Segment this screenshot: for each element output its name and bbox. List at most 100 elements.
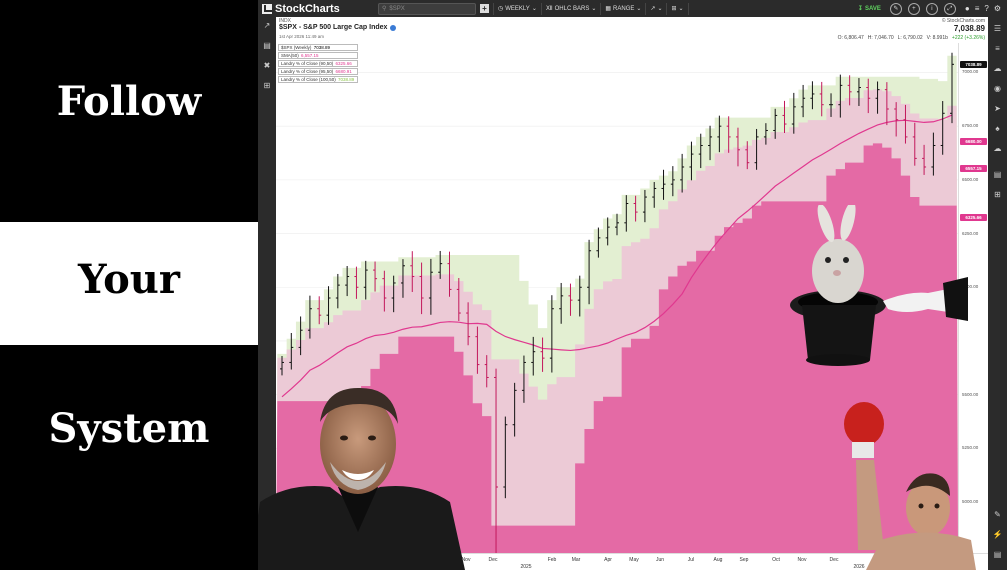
chevron-down-icon: ⌄ [591,6,597,12]
chevron-down-icon: ⌄ [657,6,663,12]
fullscreen-button[interactable]: ⤢ [943,2,956,15]
legend-item[interactable]: Landry % of Close (95,50) 6680.91 [278,68,359,75]
legend-item[interactable]: $SPX (Weekly) 7038.89 [278,44,359,51]
trend-icon[interactable]: ↗ [262,21,272,31]
legend-label: Landry % of Close (95,50) [281,69,335,74]
legend-item[interactable]: Landry % of Close (90,50) 6325.66 [278,60,359,67]
date-tick-label: Jun [655,557,665,563]
settings-icon[interactable]: ⚙ [994,4,1001,13]
crosshair-icon: + [912,5,916,12]
symbol-search-input[interactable]: ⚲ $SPX [378,2,476,15]
chart-header: INDX $SPX - S&P 500 Large Cap Index 1st … [276,17,988,43]
chart-type-label: OHLC BARS [554,5,590,12]
price-tick-label: 6750.00 [962,123,979,129]
chart-legend: $SPX (Weekly) 7038.89 SMA(50) 6,557.15 Lan… [278,44,359,84]
layers-icon[interactable]: ☰ [992,23,1003,34]
user-icon[interactable]: ● [965,4,970,13]
weather-icon[interactable]: ☁ [992,143,1003,154]
add-button[interactable]: + [476,2,494,15]
date-tick-label: May [629,557,639,563]
annotate-button[interactable]: ✎ [889,2,902,15]
price-tick-label: 5500.00 [962,391,979,397]
sliders-icon[interactable]: ≡ [992,43,1003,54]
pencil-icon: ✎ [893,5,899,12]
ohlc-readout: O: 6,806.47 H: 7,046.70 L: 6,790.02 V: 8… [838,35,985,41]
low-value: L: 6,790.02 [897,35,923,41]
price-tag: 6680.00 [960,138,987,146]
download-icon: ↧ [857,6,863,12]
calendar-icon: ▦ [605,6,612,12]
search-value: $SPX [389,5,405,12]
pen-icon[interactable]: ✎ [992,509,1003,520]
date-tick-label: Nov [797,557,807,563]
legend-label: Landry % of Close (100,50) [281,77,338,82]
legend-value: 6325.66 [335,61,352,66]
legend-value: 6680.91 [335,69,352,74]
boxer-image [844,402,976,570]
window-icon[interactable]: ▤ [992,549,1003,560]
date-tick-label: Aug [713,557,723,563]
menu-icon[interactable]: ≡ [975,4,980,13]
date-tick-label: Dec [488,557,498,563]
price-tag: 7038.89 [960,61,987,69]
right-toolbar: ☰ ≡ ☁ ◉ ➤ ♠ ☁ ▤ ⊞ ✎ ⚡ ▤ [988,17,1007,570]
brand-name: StockCharts [275,2,340,15]
save-button[interactable]: ↧ SAVE [852,5,887,13]
crosshair-button[interactable]: + [907,2,920,15]
verified-icon [390,24,397,31]
open-value: O: 6,806.47 [837,35,864,41]
cloud-icon[interactable]: ☁ [992,63,1003,74]
legend-label: SMA(50) [281,53,301,58]
title-word-follow: Follow [56,78,202,125]
document-icon[interactable]: ▤ [992,169,1003,180]
line-chart-icon: ↗ [650,6,656,12]
apps-icon[interactable]: ⊞ [992,189,1003,200]
help-icon[interactable]: ? [984,4,988,13]
range-dropdown[interactable]: ▦ RANGE ⌄ [601,2,647,15]
chart-type-dropdown[interactable]: Ⅻ OHLC BARS ⌄ [542,2,602,15]
volume-value: V: 8.991b [926,35,948,41]
legend-value: 7038.89 [338,77,355,82]
rabbit-in-hat-image [790,205,968,366]
date-tick-label: Jul [687,557,695,563]
indicator-dropdown[interactable]: ↗ ⌄ [646,2,668,15]
info-icon: i [931,5,933,12]
title-panel: Follow Your System [0,0,258,570]
clock-icon: ◷ [498,6,504,12]
plus-icon: + [480,4,489,13]
date-tick-label: Feb [547,557,557,563]
grid-icon: ⊞ [671,6,677,12]
save-label: SAVE [864,5,881,12]
price-tick-label: 6500.00 [962,176,979,182]
globe-icon[interactable]: ◉ [992,83,1003,94]
expand-icon: ⤢ [947,5,953,12]
price-tag: 6557.15 [960,164,987,172]
legend-item[interactable]: SMA(50) 6,557.15 [278,52,359,59]
trophy-icon[interactable]: ♠ [992,123,1003,134]
chevron-down-icon: ⌄ [531,6,537,12]
rocket-icon[interactable]: ➤ [992,103,1003,114]
chevron-down-icon: ⌄ [678,6,684,12]
chart-date: 1st Apr 2026 11:49 am [279,34,324,39]
date-tick-label: Sep [739,557,749,563]
bars-icon: Ⅻ [545,6,553,12]
chart-title-text: $SPX - S&P 500 Large Cap Index [279,24,388,31]
title-word-your: Your [78,256,180,303]
title-word-system: System [48,405,210,452]
info-button[interactable]: i [925,2,938,15]
panel-icon[interactable]: ⊞ [262,81,272,91]
brand-logo[interactable]: StockCharts [258,3,378,15]
legend-item[interactable]: Landry % of Close (100,50) 7038.89 [278,76,359,83]
tools-icon[interactable]: ✖ [262,61,272,71]
legend-label: Landry % of Close (90,50) [281,61,335,66]
date-year-label: 2025 [520,564,532,570]
high-value: H: 7,046.70 [867,35,894,41]
chevron-down-icon: ⌄ [636,6,642,12]
period-dropdown[interactable]: ◷ WEEKLY ⌄ [494,2,542,15]
chart-icon[interactable]: ▤ [262,41,272,51]
plugin-icon[interactable]: ⚡ [992,529,1003,540]
layout-dropdown[interactable]: ⊞ ⌄ [667,2,689,15]
search-icon: ⚲ [382,6,387,12]
chart-title: $SPX - S&P 500 Large Cap Index [279,24,397,31]
legend-label: $SPX (Weekly) [281,45,313,50]
